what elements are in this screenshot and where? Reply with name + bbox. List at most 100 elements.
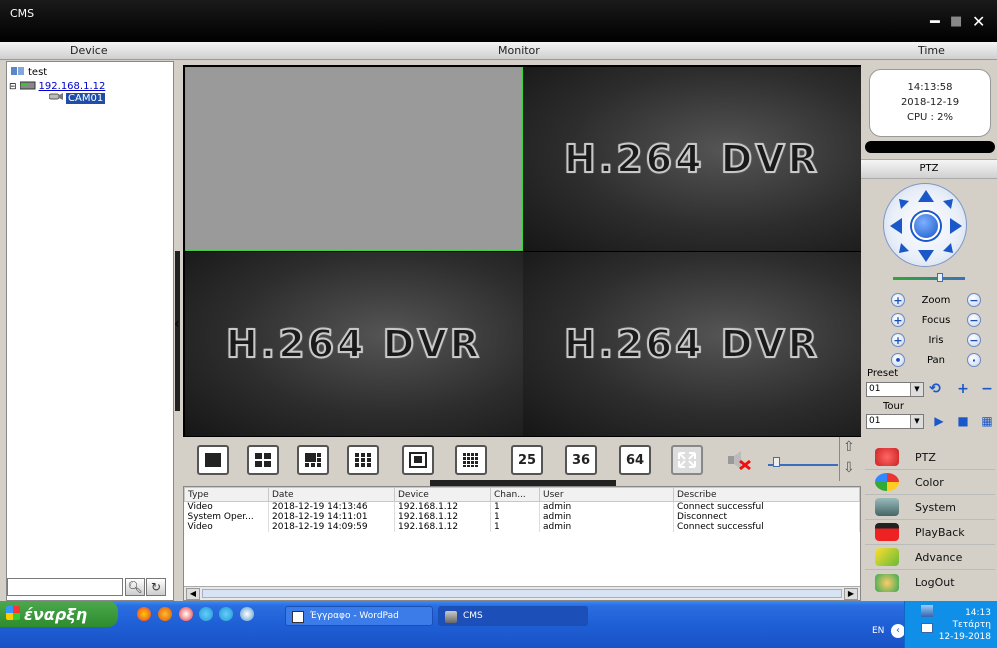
- tree-host-label[interactable]: 192.168.1.12: [39, 81, 106, 92]
- preset-call-button[interactable]: ⟲: [927, 381, 943, 397]
- monitor-icon[interactable]: [921, 623, 933, 633]
- explorer-icon[interactable]: [240, 607, 254, 621]
- table-row[interactable]: System Oper... 2018-12-19 14:11:01 192.1…: [184, 512, 860, 522]
- ie-icon-2[interactable]: [219, 607, 233, 621]
- ptz-title: PTZ: [861, 159, 997, 179]
- taskbar-wordpad[interactable]: Έγγραφο - WordPad: [285, 606, 433, 626]
- iris-close-button[interactable]: −: [967, 333, 981, 347]
- focus-in-button[interactable]: +: [891, 313, 905, 327]
- refresh-button[interactable]: ↻: [146, 578, 166, 596]
- log-horizontal-scrollbar[interactable]: ◀ ▶: [184, 586, 860, 600]
- nav-advance-button[interactable]: Advance: [865, 545, 995, 570]
- scroll-right-icon[interactable]: ▶: [844, 588, 858, 600]
- col-type[interactable]: Type: [184, 487, 269, 502]
- video-cell-4[interactable]: H.264 DVR: [523, 252, 861, 436]
- maximize-button[interactable]: ■: [950, 14, 962, 30]
- right-panel: 14:13:58 2018-12-19 CPU : 2% PTZ + Zoom …: [861, 61, 997, 601]
- layout-6-button[interactable]: [297, 445, 329, 475]
- chrome-icon[interactable]: [137, 607, 151, 621]
- layout-scroll[interactable]: ⇧ ⇩: [839, 437, 859, 481]
- video-cell-2[interactable]: H.264 DVR: [523, 67, 861, 251]
- chevron-down-icon: ▼: [910, 415, 923, 428]
- video-cell-3[interactable]: H.264 DVR: [185, 252, 523, 436]
- scroll-up-icon[interactable]: ⇧: [843, 439, 855, 455]
- mute-icon[interactable]: [726, 449, 752, 474]
- nav-ptz-button[interactable]: PTZ: [865, 445, 995, 470]
- video-cell-1[interactable]: [185, 67, 523, 251]
- preset-select[interactable]: 01 ▼: [866, 382, 924, 397]
- tray-time[interactable]: 14:13: [905, 607, 991, 619]
- col-channel[interactable]: Chan...: [490, 487, 540, 502]
- nav-logout-button[interactable]: LogOut: [865, 570, 995, 595]
- ptz-center-button[interactable]: [912, 212, 940, 240]
- search-button[interactable]: 🔍︎: [125, 578, 145, 596]
- volume-knob[interactable]: [773, 457, 780, 467]
- col-describe[interactable]: Describe: [673, 487, 860, 502]
- layout-10-button[interactable]: [402, 445, 434, 475]
- panel-splitter[interactable]: ‹: [174, 61, 183, 601]
- scroll-down-icon[interactable]: ⇩: [843, 460, 855, 476]
- device-search-input[interactable]: [7, 578, 123, 596]
- layout-64-button[interactable]: 64: [619, 445, 651, 475]
- layout-25-button[interactable]: 25: [511, 445, 543, 475]
- nav-playback-button[interactable]: PlayBack: [865, 520, 995, 545]
- taskbar-cms[interactable]: CMS: [438, 606, 588, 626]
- scroll-thumb[interactable]: [202, 589, 842, 598]
- layout-1-button[interactable]: [197, 445, 229, 475]
- time-header: Time: [918, 44, 945, 57]
- col-user[interactable]: User: [539, 487, 674, 502]
- layout-36-button[interactable]: 36: [565, 445, 597, 475]
- chevron-down-icon: ▼: [910, 383, 923, 396]
- preset-label: Preset: [867, 368, 899, 379]
- layout-4-button[interactable]: [247, 445, 279, 475]
- preset-remove-button[interactable]: −: [979, 381, 995, 397]
- ie-icon[interactable]: [199, 607, 213, 621]
- fullscreen-button[interactable]: [671, 445, 703, 475]
- ptz-speed-slider[interactable]: [893, 277, 965, 280]
- pan-start-button[interactable]: •: [891, 353, 905, 367]
- zoom-out-button[interactable]: −: [967, 293, 981, 307]
- focus-out-button[interactable]: −: [967, 313, 981, 327]
- device-header: Device: [70, 44, 108, 57]
- minimize-button[interactable]: ━: [930, 14, 940, 30]
- nav-system-button[interactable]: System: [865, 495, 995, 520]
- collapse-icon[interactable]: ⊟: [9, 82, 17, 92]
- layout-9-button[interactable]: [347, 445, 379, 475]
- tour-select[interactable]: 01 ▼: [866, 414, 924, 429]
- tree-root-label: test: [28, 67, 48, 78]
- close-button[interactable]: ✕: [972, 14, 985, 30]
- tour-value: 01: [869, 416, 881, 426]
- cpu-usage: CPU : 2%: [907, 112, 953, 123]
- network-icon[interactable]: [921, 605, 933, 617]
- opera-icon[interactable]: [179, 607, 193, 621]
- chevron-left-icon[interactable]: ‹: [891, 624, 905, 638]
- scroll-left-icon[interactable]: ◀: [186, 588, 200, 600]
- language-indicator[interactable]: EN: [872, 626, 884, 636]
- preset-add-button[interactable]: +: [955, 381, 971, 397]
- zoom-in-button[interactable]: +: [891, 293, 905, 307]
- start-button[interactable]: έναρξη: [0, 601, 118, 627]
- table-row[interactable]: Video 2018-12-19 14:13:46 192.168.1.12 1…: [184, 501, 860, 512]
- collapse-left-icon[interactable]: ‹: [174, 316, 180, 332]
- tree-root[interactable]: test: [11, 66, 47, 79]
- tour-play-button[interactable]: ▶: [931, 413, 947, 429]
- ptz-speed-knob[interactable]: [937, 273, 943, 282]
- table-row[interactable]: Video 2018-12-19 14:09:59 192.168.1.12 1…: [184, 522, 860, 532]
- nav-color-button[interactable]: Color: [865, 470, 995, 495]
- tour-grid-button[interactable]: ▦: [979, 413, 995, 429]
- pan-stop-button[interactable]: ·: [967, 353, 981, 367]
- video-watermark: H.264 DVR: [563, 136, 820, 182]
- iris-open-button[interactable]: +: [891, 333, 905, 347]
- tour-stop-button[interactable]: ■: [955, 413, 971, 429]
- windows-logo-icon: [6, 606, 20, 620]
- layout-16-button[interactable]: [455, 445, 487, 475]
- tree-camera-label[interactable]: CAM01: [66, 92, 106, 104]
- ptz-direction-pad[interactable]: [883, 183, 967, 267]
- col-device[interactable]: Device: [394, 487, 491, 502]
- firefox-icon[interactable]: [158, 607, 172, 621]
- tree-camera[interactable]: CAM01: [48, 92, 106, 104]
- cell-type: System Oper...: [184, 512, 269, 522]
- col-date[interactable]: Date: [268, 487, 395, 502]
- tour-label: Tour: [883, 401, 904, 412]
- video-grid: H.264 DVR H.264 DVR H.264 DVR: [183, 65, 861, 437]
